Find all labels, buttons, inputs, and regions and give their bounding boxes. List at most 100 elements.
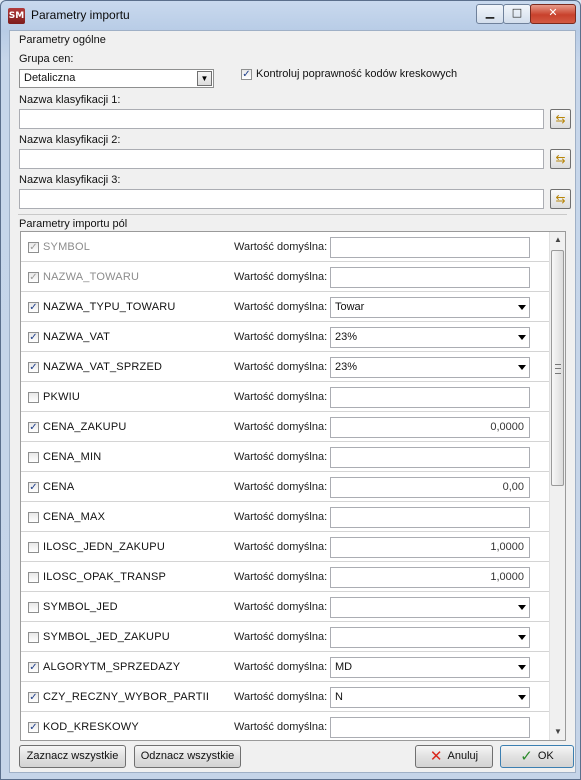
field-checkbox[interactable]: ✓: [28, 332, 39, 343]
classification-2-input[interactable]: [19, 149, 544, 169]
field-name: ILOSC_OPAK_TRANSP: [43, 571, 167, 583]
default-value: 1,0000: [490, 541, 524, 553]
default-value-input[interactable]: [330, 237, 530, 258]
classification-3-input[interactable]: [19, 189, 544, 209]
classification-3-picker-button[interactable]: ⇆: [550, 189, 571, 209]
field-row: ILOSC_JEDN_ZAKUPU Wartość domyślna: 1,0000: [21, 532, 549, 562]
section-divider: [18, 214, 567, 215]
classification-1-picker-button[interactable]: ⇆: [550, 109, 571, 129]
field-checkbox[interactable]: [28, 512, 39, 523]
default-value: 23%: [335, 331, 358, 343]
field-checkbox[interactable]: ✓: [28, 662, 39, 673]
close-icon: ✕: [548, 6, 558, 19]
barcode-check-checkbox[interactable]: ✓: [241, 69, 252, 80]
field-checkbox[interactable]: [28, 542, 39, 553]
default-value-input[interactable]: [330, 447, 530, 468]
classification-1-input[interactable]: [19, 109, 544, 129]
field-checkbox[interactable]: ✓: [28, 302, 39, 313]
field-checkbox[interactable]: [28, 392, 39, 403]
picker-icon: ⇆: [555, 192, 566, 206]
field-name: NAZWA_TOWARU: [43, 271, 140, 283]
chevron-down-icon[interactable]: [518, 635, 526, 640]
default-value-select[interactable]: [330, 627, 530, 648]
price-group-select[interactable]: Detaliczna ▼: [19, 69, 214, 88]
window-title: Parametry importu: [31, 8, 130, 22]
field-name: SYMBOL: [43, 241, 91, 253]
default-value-label: Wartość domyślna:: [234, 301, 328, 313]
fields-grid: ✓ SYMBOL Wartość domyślna: ✓ NAZWA_TOWARU War…: [20, 231, 566, 741]
default-value-label: Wartość domyślna:: [234, 391, 328, 403]
chevron-down-icon[interactable]: [518, 365, 526, 370]
field-row: ✓ CENA Wartość domyślna: 0,00: [21, 472, 549, 502]
field-checkbox[interactable]: [28, 602, 39, 613]
field-row: CENA_MIN Wartość domyślna:: [21, 442, 549, 472]
default-value-select[interactable]: 23%: [330, 357, 530, 378]
field-name: PKWIU: [43, 391, 81, 403]
default-value: MD: [335, 661, 353, 673]
field-name: CENA_MIN: [43, 451, 102, 463]
default-value-select[interactable]: N: [330, 687, 530, 708]
classification-2-picker-button[interactable]: ⇆: [550, 149, 571, 169]
default-value-input[interactable]: [330, 387, 530, 408]
default-value-label: Wartość domyślna:: [234, 541, 328, 553]
field-checkbox[interactable]: [28, 452, 39, 463]
ok-icon: ✓: [520, 747, 533, 765]
field-row: ✓ KOD_KRESKOWY Wartość domyślna:: [21, 712, 549, 740]
select-all-button[interactable]: Zaznacz wszystkie: [19, 745, 126, 768]
chevron-down-icon[interactable]: [518, 695, 526, 700]
fields-section-title: Parametry importu pól: [19, 218, 128, 230]
app-icon: SM: [8, 8, 25, 24]
default-value-input[interactable]: [330, 507, 530, 528]
ok-label: OK: [537, 750, 554, 762]
default-value-input[interactable]: 0,00: [330, 477, 530, 498]
default-value-select[interactable]: [330, 597, 530, 618]
field-checkbox[interactable]: ✓: [28, 692, 39, 703]
field-name: CENA: [43, 481, 75, 493]
chevron-down-icon[interactable]: [518, 305, 526, 310]
chevron-down-icon[interactable]: ▼: [197, 71, 212, 86]
picker-icon: ⇆: [555, 152, 566, 166]
chevron-down-icon[interactable]: [518, 605, 526, 610]
default-value: Towar: [335, 301, 365, 313]
field-checkbox[interactable]: ✓: [28, 722, 39, 733]
field-checkbox[interactable]: [28, 632, 39, 643]
chevron-down-icon[interactable]: [518, 335, 526, 340]
price-group-value: Detaliczna: [24, 72, 76, 84]
chevron-down-icon[interactable]: [518, 665, 526, 670]
cancel-button[interactable]: ✕ Anuluj: [415, 745, 493, 768]
default-value-select[interactable]: Towar: [330, 297, 530, 318]
close-button[interactable]: ✕: [530, 4, 576, 24]
default-value-input[interactable]: [330, 717, 530, 738]
default-value-input[interactable]: 0,0000: [330, 417, 530, 438]
field-checkbox[interactable]: ✓: [28, 482, 39, 493]
scroll-thumb[interactable]: [551, 250, 564, 486]
default-value-input[interactable]: 1,0000: [330, 537, 530, 558]
field-row: SYMBOL_JED Wartość domyślna:: [21, 592, 549, 622]
field-checkbox[interactable]: ✓: [28, 422, 39, 433]
field-checkbox[interactable]: [28, 572, 39, 583]
default-value-label: Wartość domyślna:: [234, 481, 328, 493]
price-group-label: Grupa cen:: [19, 53, 74, 65]
default-value-input[interactable]: 1,0000: [330, 567, 530, 588]
default-value-input[interactable]: [330, 267, 530, 288]
field-row: ✓ CENA_ZAKUPU Wartość domyślna: 0,0000: [21, 412, 549, 442]
field-row: CENA_MAX Wartość domyślna:: [21, 502, 549, 532]
title-bar[interactable]: SM Parametry importu ▁ □ ✕: [1, 1, 580, 29]
vertical-scrollbar[interactable]: ▲ ▼: [549, 232, 565, 740]
default-value: 0,0000: [490, 421, 524, 433]
maximize-button[interactable]: □: [503, 4, 531, 24]
default-value-label: Wartość domyślna:: [234, 661, 328, 673]
scroll-up-icon[interactable]: ▲: [551, 232, 565, 248]
default-value-label: Wartość domyślna:: [234, 421, 328, 433]
field-checkbox[interactable]: ✓: [28, 362, 39, 373]
deselect-all-button[interactable]: Odznacz wszystkie: [134, 745, 241, 768]
default-value-select[interactable]: MD: [330, 657, 530, 678]
ok-button[interactable]: ✓ OK: [500, 745, 574, 768]
import-parameters-window: SM Parametry importu ▁ □ ✕ Parametry ogó…: [0, 0, 581, 780]
minimize-button[interactable]: ▁: [476, 4, 504, 24]
scroll-down-icon[interactable]: ▼: [551, 724, 565, 740]
field-name: NAZWA_VAT_SPRZED: [43, 361, 163, 373]
field-name: SYMBOL_JED: [43, 601, 118, 613]
field-name: SYMBOL_JED_ZAKUPU: [43, 631, 170, 643]
default-value-select[interactable]: 23%: [330, 327, 530, 348]
